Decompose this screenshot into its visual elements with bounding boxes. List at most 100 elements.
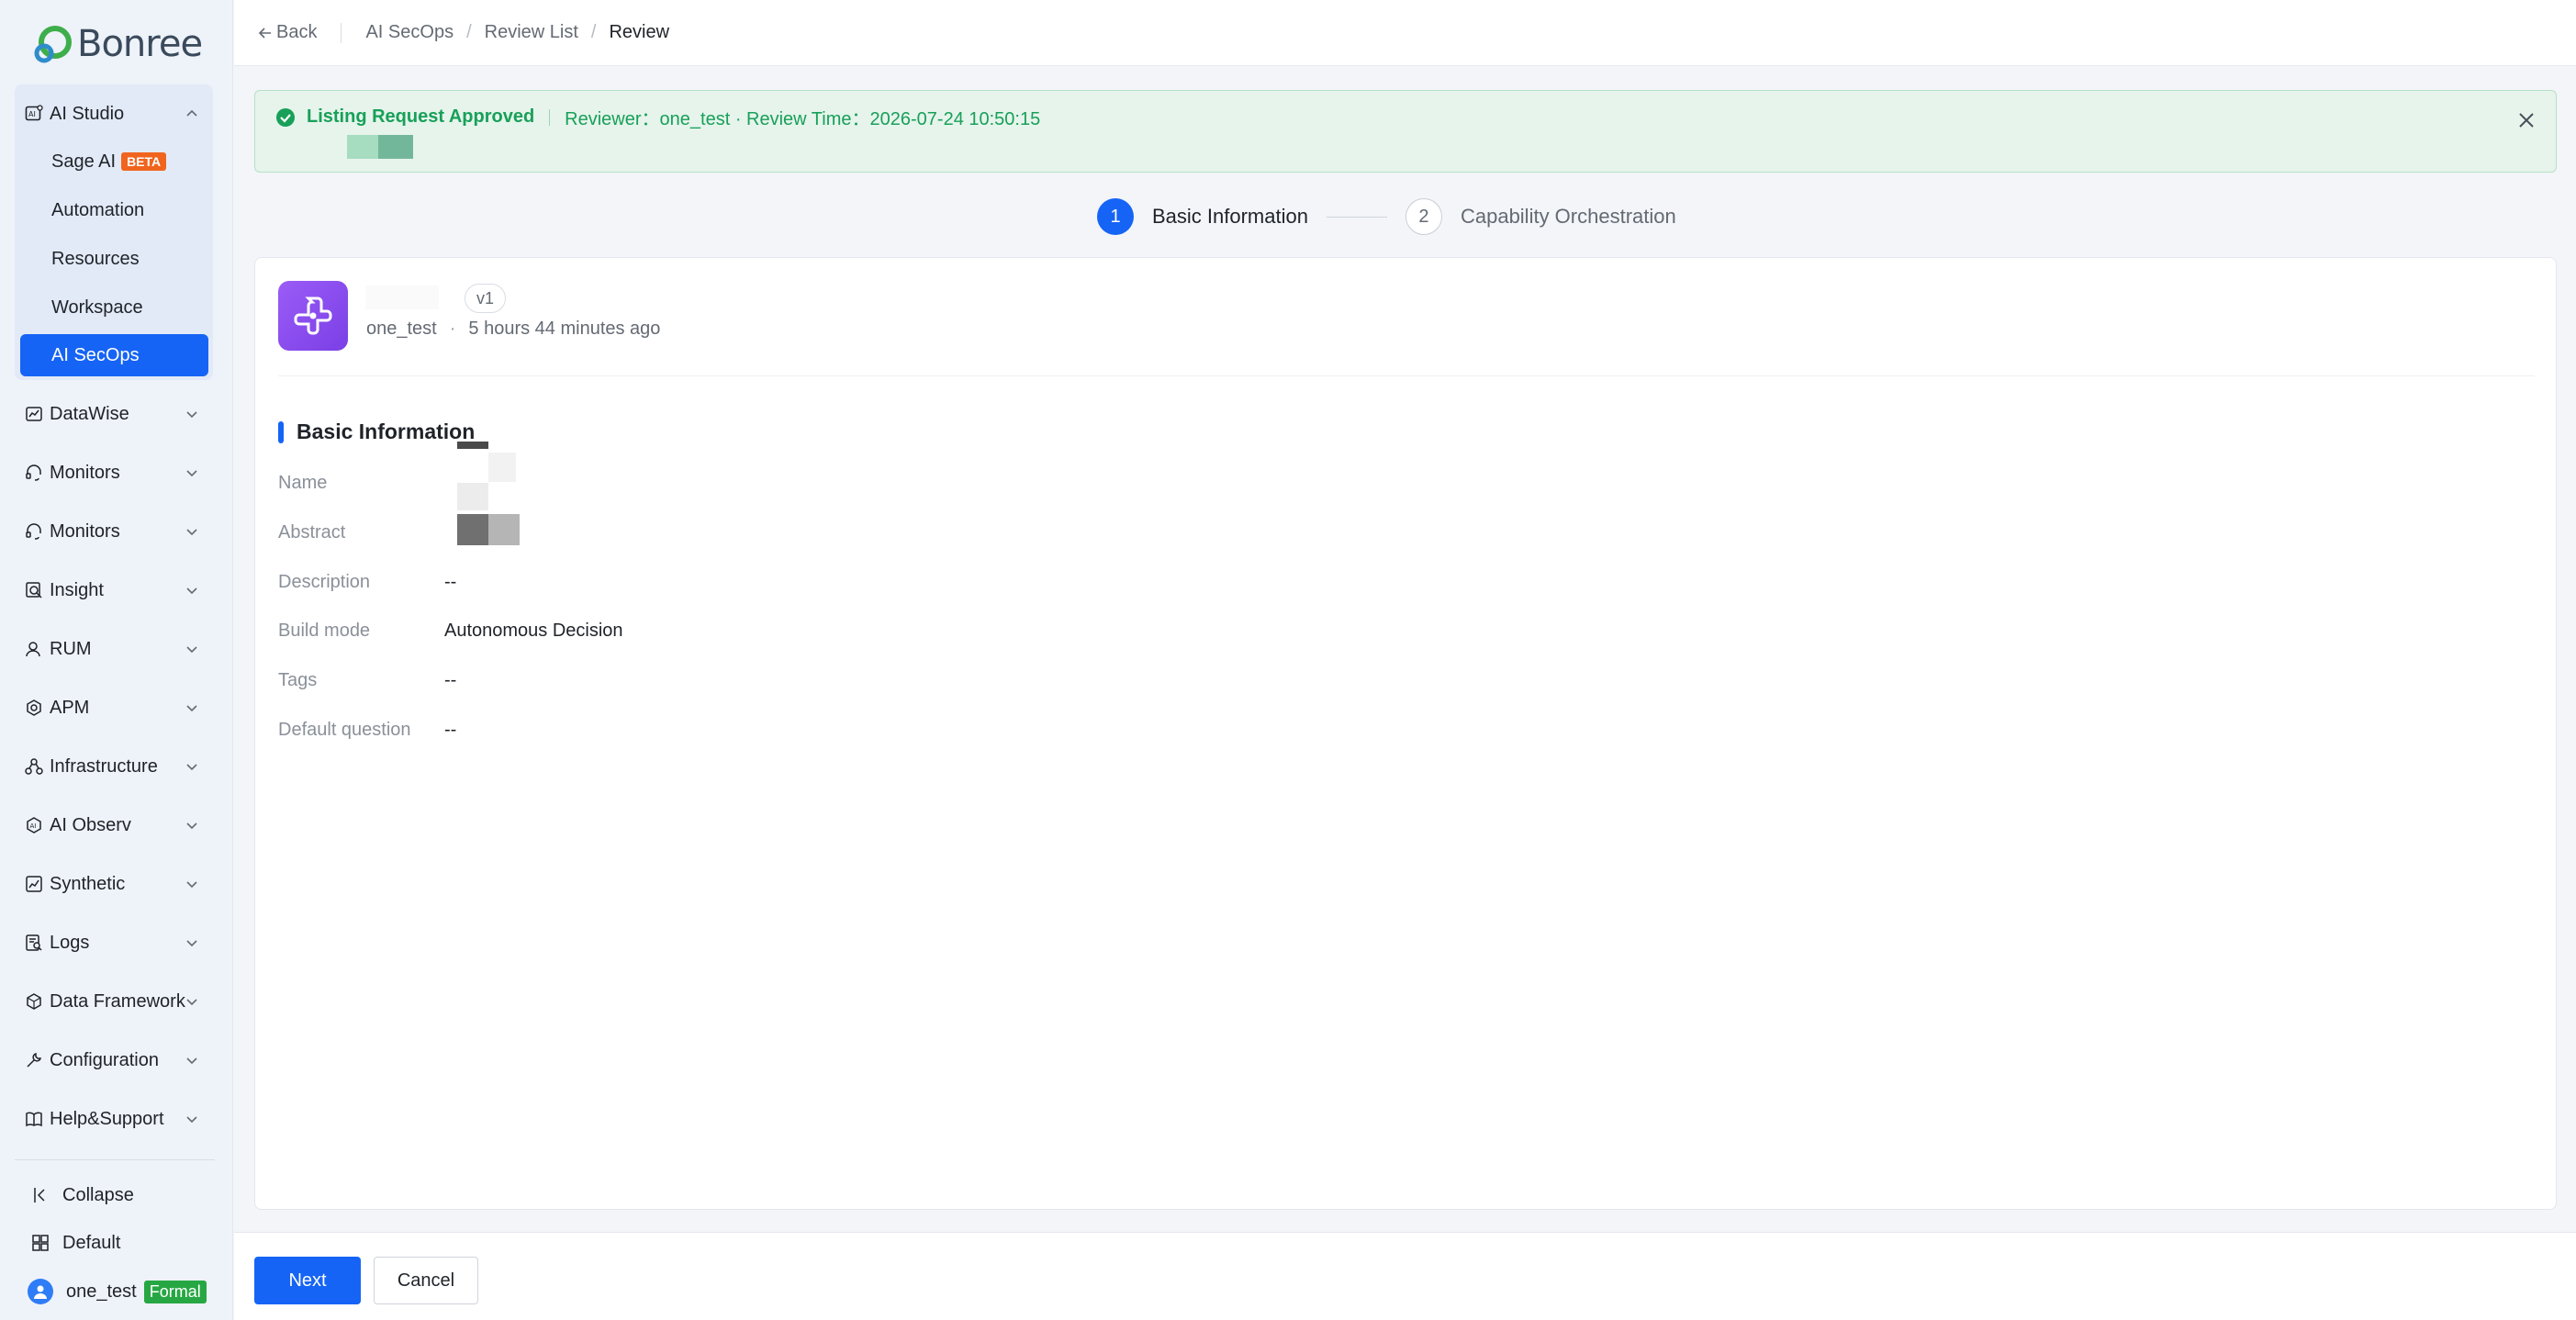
- alert-title: Listing Request Approved: [307, 106, 535, 127]
- sidebar-item-sage-ai[interactable]: Sage AI BETA: [20, 140, 208, 183]
- bonree-logo-icon: [34, 26, 72, 63]
- sidebar-group-synthetic[interactable]: Synthetic: [15, 863, 213, 905]
- alert-content: Listing Request Approved Reviewer：one_te…: [275, 104, 1040, 130]
- sidebar-group-logs[interactable]: Logs: [15, 922, 213, 964]
- beta-badge: BETA: [121, 152, 167, 171]
- user-avatar-icon: [34, 1285, 47, 1299]
- synthetic-icon: [24, 874, 44, 894]
- sidebar-item-label: Sage AI: [51, 151, 117, 172]
- divider: [341, 22, 342, 43]
- field-label-description: Description: [278, 572, 371, 592]
- sidebar-group-infrastructure[interactable]: Infrastructure: [15, 745, 213, 788]
- chevron-up-icon: [186, 109, 197, 117]
- step-basic-information[interactable]: 1 Basic Information: [1097, 198, 1308, 235]
- sidebar-group-label: Monitors: [50, 462, 120, 483]
- logs-icon: [24, 933, 44, 953]
- sidebar-item-workspace[interactable]: Workspace: [20, 286, 208, 329]
- chevron-down-icon: [186, 822, 197, 830]
- sidebar-group-datawise[interactable]: DataWise: [15, 393, 213, 435]
- redacted-block: [488, 453, 516, 482]
- meta-separator: ·: [449, 319, 456, 339]
- field-label-name: Name: [278, 473, 328, 493]
- collapse-button[interactable]: Collapse: [29, 1177, 134, 1214]
- app-name-redacted: [365, 285, 439, 309]
- chevron-down-icon: [186, 470, 197, 477]
- sidebar-group-label: Infrastructure: [50, 755, 158, 777]
- sidebar-group-insight[interactable]: Insight: [15, 569, 213, 611]
- sidebar-group-label: RUM: [50, 638, 92, 659]
- breadcrumb: AI SecOps / Review List / Review: [365, 22, 669, 43]
- sidebar-item-label: Workspace: [51, 296, 143, 318]
- data-framework-icon: [24, 991, 44, 1012]
- sidebar-item-ai-secops[interactable]: AI SecOps: [20, 334, 208, 376]
- sidebar-group-label: Monitors: [50, 520, 120, 542]
- sidebar-group-label: AI Studio: [50, 103, 125, 124]
- field-label-default-question: Default question: [278, 720, 411, 740]
- arrow-left-icon: [258, 27, 271, 39]
- approval-alert: Listing Request Approved Reviewer：one_te…: [254, 90, 2557, 173]
- collapse-icon: [29, 1184, 51, 1206]
- sidebar-group-monitors-2[interactable]: Monitors: [15, 510, 213, 553]
- section-title: Basic Information: [278, 419, 475, 444]
- wrench-icon: [24, 1050, 44, 1070]
- chevron-down-icon: [186, 1057, 197, 1065]
- workspace-label: Default: [62, 1232, 121, 1253]
- alert-meta: Reviewer：one_test · Review Time：2026-07-…: [565, 109, 1041, 129]
- field-value-description: --: [444, 572, 457, 592]
- sidebar-group-data-framework[interactable]: Data Framework: [15, 980, 213, 1023]
- sidebar-item-automation[interactable]: Automation: [20, 189, 208, 231]
- redacted-block: [457, 442, 488, 449]
- sidebar-group-label: Insight: [50, 579, 104, 600]
- sidebar-group-help-support[interactable]: Help&Support: [15, 1098, 213, 1140]
- redacted-block: [457, 483, 488, 510]
- step-number: 2: [1405, 198, 1442, 235]
- section-title-text: Basic Information: [297, 419, 476, 443]
- book-icon: [24, 1109, 44, 1129]
- next-button[interactable]: Next: [254, 1257, 361, 1304]
- sidebar-group-ai-observ[interactable]: AI AI Observ: [15, 804, 213, 846]
- redacted-comment: [330, 135, 413, 159]
- brand-logo[interactable]: Bonree: [31, 18, 203, 70]
- avatar: [28, 1279, 53, 1304]
- sidebar-group-label: Help&Support: [50, 1108, 164, 1129]
- sidebar-group-label: AI Observ: [50, 814, 131, 835]
- step-label: Capability Orchestration: [1460, 205, 1676, 228]
- close-icon[interactable]: [2515, 109, 2537, 131]
- workspace-switcher[interactable]: Default: [29, 1225, 120, 1261]
- app-icon: [278, 281, 348, 351]
- apm-icon: [24, 698, 44, 718]
- svg-text:AI: AI: [30, 822, 37, 830]
- field-label-build-mode: Build mode: [278, 621, 371, 641]
- breadcrumb-ai-secops[interactable]: AI SecOps: [365, 22, 454, 43]
- stepper: 1 Basic Information 2 Capability Orchest…: [1097, 198, 1676, 235]
- sidebar-item-resources[interactable]: Resources: [20, 238, 208, 280]
- sidebar-group-monitors[interactable]: Monitors: [15, 452, 213, 494]
- sidebar-group-ai-studio[interactable]: AI AI Studio: [15, 93, 213, 135]
- sidebar-item-label: Automation: [51, 199, 145, 220]
- sidebar-group-apm[interactable]: APM: [15, 687, 213, 729]
- redacted-block: [488, 514, 520, 545]
- sidebar-group-configuration[interactable]: Configuration: [15, 1039, 213, 1081]
- field-value-default-question: --: [444, 720, 457, 740]
- version-badge: v1: [465, 284, 507, 313]
- sidebar-group-rum[interactable]: RUM: [15, 628, 213, 670]
- back-button[interactable]: Back: [258, 22, 317, 43]
- chevron-down-icon: [186, 999, 197, 1006]
- chevron-down-icon: [186, 646, 197, 654]
- cancel-button[interactable]: Cancel: [374, 1257, 478, 1304]
- back-label: Back: [276, 22, 318, 42]
- user-menu[interactable]: one_test Formal: [28, 1273, 207, 1310]
- step-capability-orchestration[interactable]: 2 Capability Orchestration: [1405, 198, 1676, 235]
- step-connector: [1326, 216, 1387, 218]
- sidebar-group-label: Data Framework: [50, 990, 185, 1012]
- user-name: one_test: [66, 1281, 137, 1302]
- ai-observ-icon: AI: [24, 815, 44, 835]
- chevron-down-icon: [186, 587, 197, 595]
- agent-cross-icon: [294, 296, 332, 335]
- divider: [278, 375, 2535, 376]
- chevron-down-icon: [186, 764, 197, 771]
- breadcrumb-review-list[interactable]: Review List: [485, 22, 578, 43]
- field-value-build-mode: Autonomous Decision: [444, 621, 623, 641]
- chevron-down-icon: [186, 411, 197, 419]
- infrastructure-icon: [24, 756, 44, 777]
